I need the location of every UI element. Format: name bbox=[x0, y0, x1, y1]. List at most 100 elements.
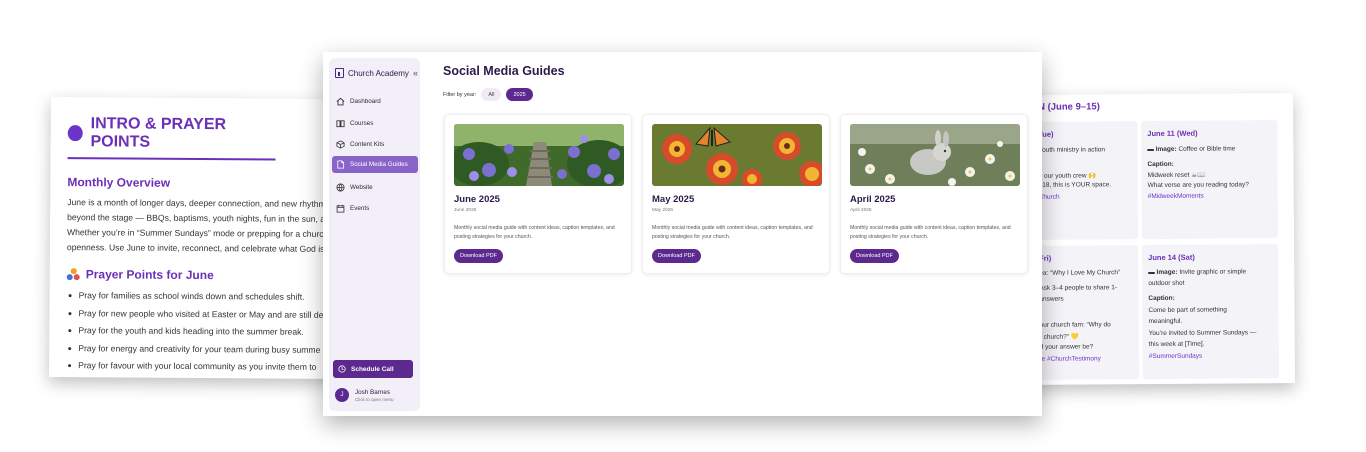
day-line: –18, this is YOUR space. bbox=[1038, 181, 1112, 189]
box-icon bbox=[336, 140, 345, 149]
day-image-line: ▬ Image: Coffee or Bible time bbox=[1147, 145, 1236, 154]
day-hashtag: #MidweekMoments bbox=[1147, 192, 1204, 201]
purple-circle-icon bbox=[67, 125, 83, 142]
day-line: Ask 3–4 people to share 1- bbox=[1039, 284, 1118, 292]
filter-chip-all[interactable]: All bbox=[481, 88, 502, 101]
day-line: d your answer be? bbox=[1039, 343, 1094, 351]
brand[interactable]: Church Academy bbox=[335, 68, 409, 78]
user-name: Josh Barnes bbox=[355, 388, 391, 396]
caption-label: Caption: bbox=[1148, 294, 1175, 303]
day-line: Youth ministry in action bbox=[1038, 146, 1106, 154]
sidebar-item-courses[interactable]: Courses bbox=[332, 115, 418, 132]
list-item: Pray for new people who visited at Easte… bbox=[66, 305, 341, 325]
overview-text: June is a month of longer days, deeper c… bbox=[67, 195, 341, 257]
day-date: June 14 (Sat) bbox=[1148, 252, 1195, 263]
day-line: e our youth crew 🙌 bbox=[1038, 172, 1097, 180]
weekly-schedule-document: N (June 9–15) Tue) Youth ministry in act… bbox=[1013, 93, 1296, 385]
sidebar-item-label: Content Kits bbox=[350, 141, 385, 148]
list-item: Pray for energy and creativity for your … bbox=[66, 340, 341, 360]
sidebar-item-label: Website bbox=[350, 184, 373, 191]
book-icon bbox=[336, 120, 345, 128]
prayer-heading-text: Prayer Points for June bbox=[85, 267, 214, 283]
user-menu[interactable]: J Josh Barnes Click to open menu bbox=[335, 388, 394, 402]
schedule-call-button[interactable]: Schedule Call bbox=[333, 360, 413, 378]
day-line: our church fam: “Why do bbox=[1039, 321, 1111, 329]
download-pdf-button[interactable]: Download PDF bbox=[850, 249, 899, 263]
butterfly-flowers-photo bbox=[652, 124, 822, 186]
day-cell: June 14 (Sat) ▬ Image: Invite graphic or… bbox=[1142, 244, 1279, 380]
day-line: What verse are you reading today? bbox=[1147, 181, 1249, 190]
card-description: Monthly social media guide with content … bbox=[454, 225, 615, 240]
list-item: Pray for the youth and kids heading into… bbox=[66, 322, 341, 342]
sidebar-item-dashboard[interactable]: Dashboard bbox=[332, 93, 418, 110]
people-icon bbox=[66, 268, 80, 281]
avatar: J bbox=[335, 388, 349, 402]
calendar-icon bbox=[336, 204, 345, 213]
card-subtitle: April 2025 bbox=[850, 208, 872, 213]
day-line: ea: “Why I Love My Church” bbox=[1039, 269, 1121, 277]
card-title: June 2025 bbox=[454, 194, 500, 205]
sidebar-item-website[interactable]: Website bbox=[332, 179, 418, 196]
user-subtitle: Click to open menu bbox=[355, 396, 394, 402]
overview-line: openness. Use June to invite, reconnect,… bbox=[66, 242, 325, 254]
home-icon bbox=[336, 97, 345, 106]
image-text: outdoor shot bbox=[1148, 279, 1185, 288]
sidebar-item-label: Events bbox=[350, 205, 370, 212]
sidebar-item-label: Courses bbox=[350, 120, 374, 127]
day-line: answers bbox=[1039, 295, 1064, 303]
app-window: Church Academy « Dashboard Courses Conte… bbox=[323, 52, 1042, 416]
day-line: Come be part of something bbox=[1148, 306, 1227, 315]
day-date: June 11 (Wed) bbox=[1147, 128, 1198, 139]
caption-label: Caption: bbox=[1147, 160, 1174, 169]
week-heading: N (June 9–15) bbox=[1038, 101, 1100, 113]
collapse-sidebar-icon[interactable]: « bbox=[413, 68, 418, 78]
day-line: r church?” 💛 bbox=[1039, 333, 1079, 341]
image-label: Image: bbox=[1155, 145, 1177, 153]
clock-icon bbox=[338, 365, 346, 373]
list-item: Pray for favour with your local communit… bbox=[66, 357, 341, 377]
sidebar-item-label: Dashboard bbox=[350, 98, 381, 105]
image-text: Invite graphic or simple bbox=[1179, 268, 1247, 276]
card-description: Monthly social media guide with content … bbox=[850, 225, 1011, 240]
image-label: Image: bbox=[1156, 268, 1178, 276]
brand-name: Church Academy bbox=[348, 68, 409, 78]
guide-card: June 2025 June 2025 Monthly social media… bbox=[444, 114, 632, 274]
prayer-heading: Prayer Points for June bbox=[66, 267, 341, 283]
schedule-call-label: Schedule Call bbox=[351, 365, 394, 373]
globe-icon bbox=[336, 183, 345, 192]
day-line: You’re invited to Summer Sundays — bbox=[1148, 329, 1257, 338]
garden-steps-photo bbox=[454, 124, 624, 186]
filter-chip-2025[interactable]: 2025 bbox=[506, 88, 533, 101]
sidebar-item-events[interactable]: Events bbox=[332, 200, 418, 217]
day-line: meaningful. bbox=[1148, 317, 1183, 326]
card-subtitle: June 2025 bbox=[454, 208, 477, 213]
image-text: Coffee or Bible time bbox=[1178, 145, 1236, 153]
church-logo-icon bbox=[335, 68, 344, 78]
guide-card: April 2025 April 2025 Monthly social med… bbox=[840, 114, 1028, 274]
sidebar-item-social-media-guides[interactable]: Social Media Guides bbox=[332, 156, 418, 173]
day-cell: June 11 (Wed) ▬ Image: Coffee or Bible t… bbox=[1141, 120, 1278, 240]
prayer-list: Pray for families as school winds down a… bbox=[66, 287, 341, 377]
card-title: May 2025 bbox=[652, 194, 695, 205]
overview-heading: Monthly Overview bbox=[67, 175, 171, 190]
intro-title-text: INTRO & PRAYER POINTS bbox=[90, 115, 227, 151]
bunny-daisies-photo bbox=[850, 124, 1020, 186]
intro-document: INTRO & PRAYER POINTS Monthly Overview J… bbox=[49, 96, 341, 380]
sidebar-item-content-kits[interactable]: Content Kits bbox=[332, 136, 418, 153]
day-hashtag: fe #ChurchTestimony bbox=[1039, 355, 1101, 363]
year-filter: Filter by year: All 2025 bbox=[443, 88, 533, 101]
card-description: Monthly social media guide with content … bbox=[652, 225, 813, 240]
sidebar: Church Academy « Dashboard Courses Conte… bbox=[329, 58, 420, 411]
day-line: this week at [Time]. bbox=[1148, 340, 1205, 349]
download-pdf-button[interactable]: Download PDF bbox=[454, 249, 503, 263]
collage-stage: INTRO & PRAYER POINTS Monthly Overview J… bbox=[0, 0, 1366, 452]
day-image-line: ▬ Image: Invite graphic or simple bbox=[1148, 268, 1247, 277]
filter-label: Filter by year: bbox=[443, 91, 477, 98]
download-pdf-button[interactable]: Download PDF bbox=[652, 249, 701, 263]
guide-card: May 2025 May 2025 Monthly social media g… bbox=[642, 114, 830, 274]
page-title: Social Media Guides bbox=[443, 64, 565, 78]
card-title: April 2025 bbox=[850, 194, 896, 205]
sidebar-item-label: Social Media Guides bbox=[350, 161, 408, 168]
file-icon bbox=[337, 160, 345, 169]
day-line: Midweek reset ☕📖 bbox=[1147, 171, 1206, 180]
